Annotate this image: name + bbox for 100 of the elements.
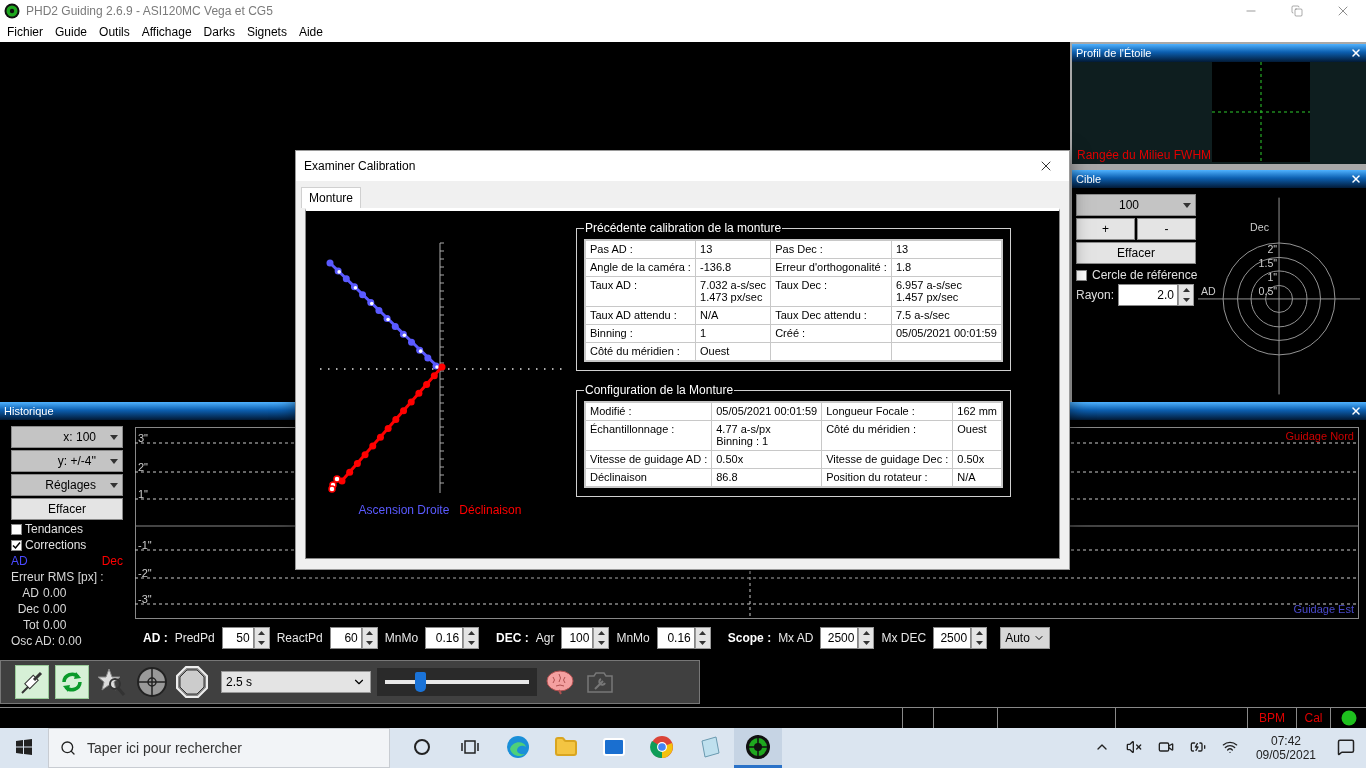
legend-label: Déclinaison	[459, 503, 522, 517]
close-icon[interactable]	[1350, 173, 1362, 185]
zoom-in-button[interactable]: +	[1076, 218, 1135, 240]
spin-buttons[interactable]	[971, 627, 988, 649]
number-field[interactable]: 2500	[933, 627, 972, 649]
param-label: Agr	[535, 631, 555, 645]
spin-buttons[interactable]	[858, 627, 875, 649]
clock-date: 09/05/2021	[1255, 748, 1316, 762]
search-field[interactable]: Taper ici pour rechercher	[48, 728, 390, 768]
number-field[interactable]: 2500	[820, 627, 859, 649]
param-label: ReactPd	[276, 631, 323, 645]
crosshair-icon	[136, 666, 168, 698]
table-cell: 13	[695, 240, 771, 259]
number-field[interactable]: 60	[329, 627, 362, 649]
menu-item[interactable]: Outils	[93, 25, 136, 39]
clear-button[interactable]: Effacer	[11, 498, 123, 520]
close-icon[interactable]	[1350, 405, 1362, 417]
ring-label: 1"	[1267, 270, 1278, 283]
number-field[interactable]: 0.16	[656, 627, 695, 649]
usb-cable-icon	[19, 669, 45, 695]
number-field[interactable]: 2.0	[1118, 284, 1179, 306]
status-light-icon	[1340, 710, 1357, 726]
guide-button[interactable]	[135, 665, 169, 699]
table-cell: Pas Dec :	[770, 240, 892, 259]
checkbox[interactable]	[11, 539, 22, 551]
stat-value: 0.00	[43, 586, 67, 600]
checkbox[interactable]	[11, 523, 22, 535]
table-cell: Taux AD :	[585, 276, 696, 307]
ring-label: 1.5"	[1258, 257, 1278, 270]
table-cell: Vitesse de guidage AD :	[585, 450, 712, 469]
axis-label: -1"	[138, 539, 152, 551]
number-field[interactable]: 100	[561, 627, 594, 649]
stop-sign-icon	[176, 666, 208, 698]
panel-title: Historique	[4, 405, 54, 417]
clock-time: 07:42	[1270, 734, 1301, 748]
checkbox-label: Cercle de référence	[1092, 268, 1198, 282]
menu-item[interactable]: Guide	[49, 25, 94, 39]
dialog-title: Examiner Calibration	[304, 159, 416, 173]
checkbox-label: Corrections	[25, 538, 87, 552]
slider-thumb[interactable]	[414, 672, 426, 692]
menu-item[interactable]: Darks	[197, 25, 241, 39]
spin-buttons[interactable]	[463, 627, 480, 649]
group-label: DEC :	[496, 631, 529, 645]
stat-label: Dec	[16, 602, 39, 616]
number-field[interactable]: 0.16	[425, 627, 464, 649]
menu-item[interactable]: Aide	[292, 25, 329, 39]
loop-button[interactable]	[55, 665, 89, 699]
star-magnifier-icon	[97, 667, 127, 697]
axis-label: -3"	[138, 593, 152, 605]
mode-dropdown[interactable]: Auto	[1000, 627, 1051, 649]
spin-buttons[interactable]	[1178, 284, 1195, 306]
loop-arrows-icon	[59, 669, 85, 695]
table-cell: Créé :	[770, 324, 892, 343]
menu-item[interactable]: Signets	[240, 25, 293, 39]
message-icon	[1337, 737, 1355, 756]
param-label: Mx AD	[778, 631, 814, 645]
param-label: PredPd	[174, 631, 215, 645]
group-label: Scope :	[727, 631, 772, 645]
axis-label: AD	[1200, 285, 1216, 298]
spin-buttons[interactable]	[593, 627, 610, 649]
axis-label: 1"	[138, 488, 149, 500]
legend-label: AD	[11, 554, 28, 568]
table-cell: Angle de la caméra :	[585, 258, 696, 277]
browser-wave-icon	[506, 734, 530, 759]
gamma-slider[interactable]	[377, 668, 537, 696]
dropdown[interactable]: x: 100	[11, 426, 123, 448]
table-cell: Côté du méridien :	[821, 420, 953, 451]
speaker-muted-icon	[1125, 738, 1142, 755]
number-field[interactable]: 50	[221, 627, 254, 649]
menu-item[interactable]: Affichage	[135, 25, 198, 39]
notepad-icon	[698, 734, 722, 759]
caret-icon	[110, 458, 118, 464]
param-label: MnMo	[616, 631, 650, 645]
zoom-dropdown[interactable]: 100	[1076, 194, 1196, 216]
dropdown[interactable]: y: +/-4''	[11, 450, 123, 472]
stat-value: 0.00	[43, 602, 67, 616]
zoom-out-button[interactable]: -	[1137, 218, 1196, 240]
taskbar-app[interactable]	[734, 728, 782, 768]
caret-icon	[110, 434, 118, 440]
table-cell: 4.77 a-s/px Binning : 1	[711, 420, 822, 451]
table-cell: Taux Dec :	[770, 276, 892, 307]
profile-caption: Rangée du Milieu FWHM	[1076, 148, 1212, 164]
connect-button[interactable]	[15, 665, 49, 699]
ring-label: 0.5"	[1258, 285, 1278, 298]
stat-label: Tot	[22, 618, 39, 632]
panel-title: Profil de l'Étoile	[1076, 47, 1152, 59]
table-cell: Binning :	[585, 324, 696, 343]
clear-button[interactable]: Effacer	[1076, 242, 1196, 264]
tab[interactable]: Monture	[301, 187, 362, 208]
axis-label: 3"	[138, 432, 149, 444]
caret-icon	[110, 482, 118, 488]
close-icon[interactable]	[1350, 47, 1362, 59]
dropdown[interactable]: Réglages	[11, 474, 123, 496]
checkbox[interactable]	[1076, 269, 1087, 281]
osc-reading: Osc AD: 0.00	[11, 634, 83, 648]
browser-icon	[650, 734, 674, 759]
exposure-dropdown[interactable]: 2.5 s	[221, 671, 371, 693]
stop-button[interactable]	[175, 665, 209, 699]
menu-item[interactable]: Fichier	[1, 25, 49, 39]
table-cell: Erreur d'orthogonalité :	[770, 258, 892, 277]
